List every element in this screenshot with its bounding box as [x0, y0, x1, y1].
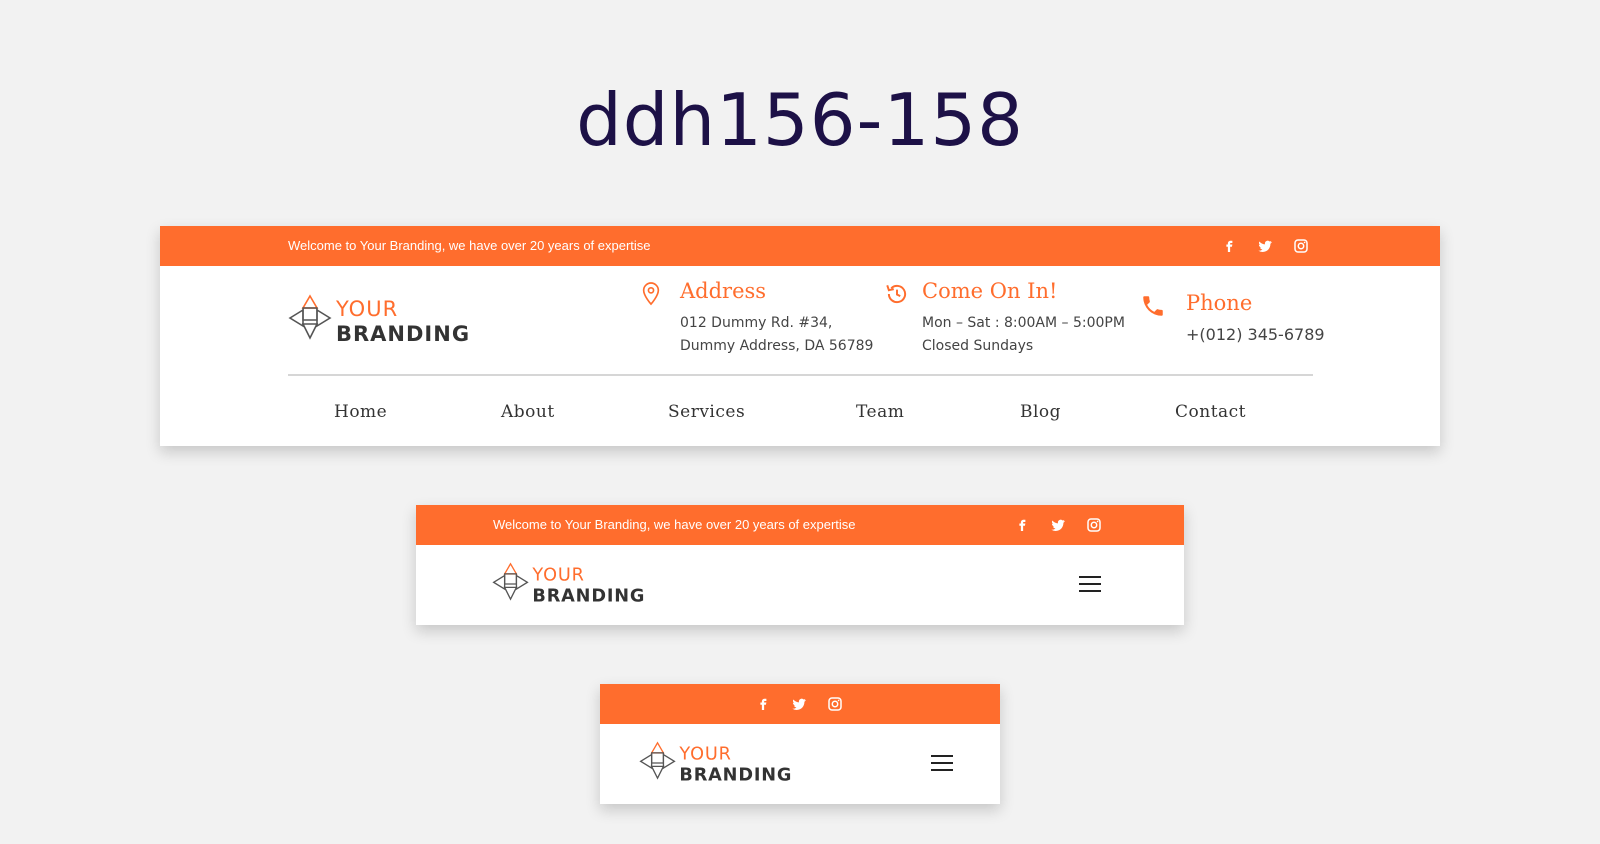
top-bar — [600, 684, 1000, 724]
menu-hamburger-icon[interactable] — [931, 755, 953, 771]
facebook-icon[interactable] — [1013, 516, 1031, 534]
address-line2: Dummy Address, DA 56789 — [680, 338, 874, 354]
address-block: Address 012 Dummy Rd. #34, Dummy Address… — [642, 279, 878, 361]
brand-logo[interactable]: YOUR BRANDING — [288, 294, 478, 346]
svg-text:YOUR: YOUR — [678, 745, 731, 765]
instagram-icon[interactable] — [1292, 237, 1310, 255]
header-divider — [288, 374, 1313, 376]
twitter-icon[interactable] — [790, 695, 808, 713]
facebook-icon[interactable] — [754, 695, 772, 713]
hours-title: Come On In! — [922, 279, 1058, 303]
nav-item-team[interactable]: Team — [856, 402, 904, 422]
phone-block: Phone +(012) 345-6789 — [1143, 291, 1325, 353]
address-line1: 012 Dummy Rd. #34, — [680, 315, 833, 331]
svg-text:BRANDING: BRANDING — [532, 587, 645, 606]
instagram-icon[interactable] — [826, 695, 844, 713]
svg-text:YOUR: YOUR — [531, 566, 584, 586]
hours-line2: Closed Sundays — [922, 338, 1034, 354]
nav-item-home[interactable]: Home — [334, 402, 387, 422]
facebook-icon[interactable] — [1220, 237, 1238, 255]
tablet-header: Welcome to Your Branding, we have over 2… — [416, 505, 1184, 625]
logo-mark-icon — [639, 741, 676, 780]
phone-number[interactable]: +(012) 345-6789 — [1186, 325, 1325, 344]
social-icons — [754, 695, 844, 713]
welcome-text: Welcome to Your Branding, we have over 2… — [288, 238, 651, 253]
menu-hamburger-icon[interactable] — [1079, 576, 1101, 592]
logo-mark-icon — [492, 562, 529, 601]
logo-line1: YOUR — [335, 297, 398, 321]
logo-mark-icon — [288, 294, 332, 340]
map-pin-icon — [642, 282, 660, 306]
history-clock-icon — [886, 284, 907, 304]
nav-item-about[interactable]: About — [501, 402, 555, 422]
hours-block: Come On In! Mon – Sat : 8:00AM – 5:00PM … — [886, 279, 1140, 361]
brand-logo[interactable]: YOUR BRANDING — [639, 741, 799, 785]
nav-item-contact[interactable]: Contact — [1175, 402, 1246, 422]
top-bar: Welcome to Your Branding, we have over 2… — [416, 505, 1184, 545]
svg-text:BRANDING: BRANDING — [679, 766, 792, 785]
twitter-icon[interactable] — [1256, 237, 1274, 255]
nav-item-blog[interactable]: Blog — [1020, 402, 1061, 422]
instagram-icon[interactable] — [1085, 516, 1103, 534]
top-bar: Welcome to Your Branding, we have over 2… — [160, 226, 1440, 266]
logo-line2: BRANDING — [336, 322, 470, 346]
welcome-text: Welcome to Your Branding, we have over 2… — [493, 517, 856, 532]
address-title: Address — [680, 279, 767, 303]
social-icons — [1013, 516, 1103, 534]
desktop-header: Welcome to Your Branding, we have over 2… — [160, 226, 1440, 446]
page-title: ddh156-158 — [576, 78, 1024, 162]
mobile-header: YOUR BRANDING — [600, 684, 1000, 804]
phone-title: Phone — [1186, 291, 1253, 315]
phone-icon — [1143, 296, 1163, 316]
social-icons — [1220, 237, 1310, 255]
main-nav: Home About Services Team Blog Contact — [160, 402, 1440, 432]
hours-line1: Mon – Sat : 8:00AM – 5:00PM — [922, 315, 1125, 331]
nav-item-services[interactable]: Services — [668, 402, 745, 422]
twitter-icon[interactable] — [1049, 516, 1067, 534]
brand-logo[interactable]: YOUR BRANDING — [492, 562, 652, 606]
